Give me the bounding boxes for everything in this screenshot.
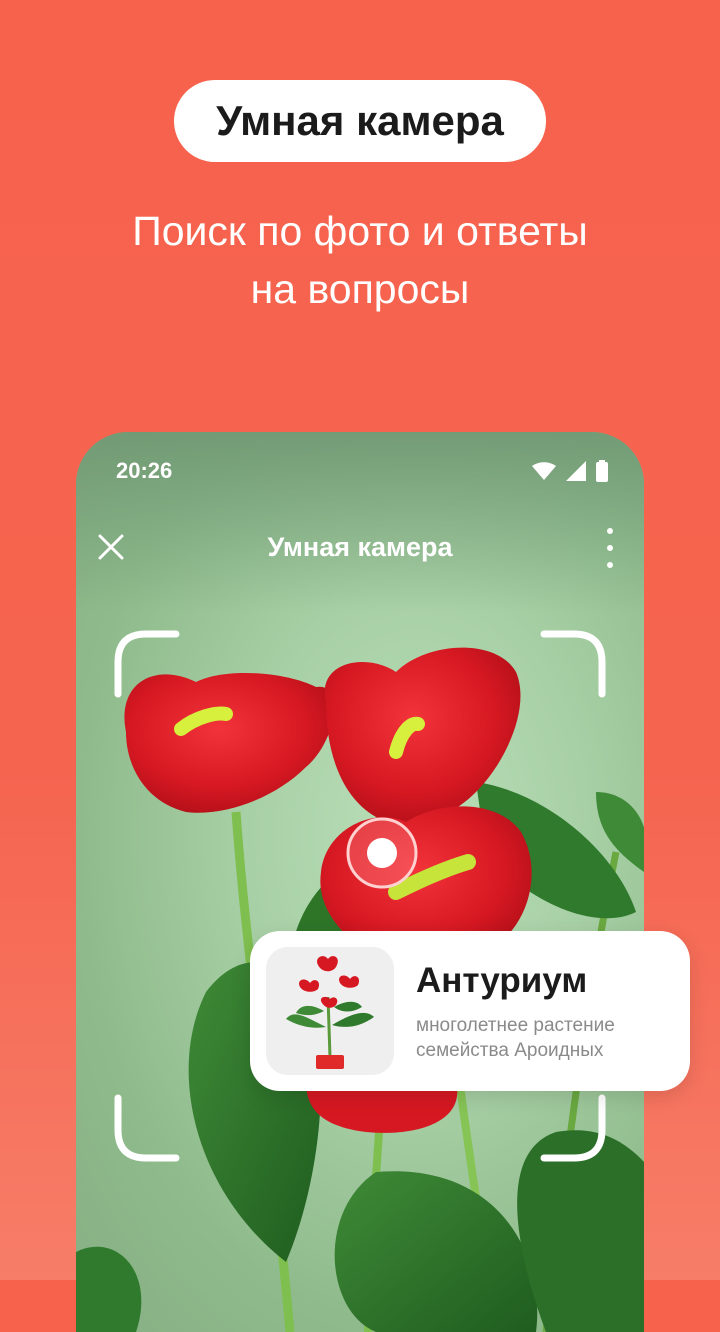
result-plant-name: Антуриум [416,961,588,1000]
promo-subtitle-line1: Поиск по фото и ответы [132,208,588,254]
promo-subtitle-line2: на вопросы [250,266,470,312]
phone-mockup: 20:26 Умная камера [76,432,644,1332]
status-time: 20:26 [116,458,173,483]
result-description: многолетнее растение семейства Ароидных [416,1013,676,1063]
promo-title: Умная камера [216,97,504,144]
signal-icon [566,461,586,486]
promo-title-pill: Умная камера [174,80,546,162]
status-icons [532,460,608,487]
status-bar: 20:26 [76,432,644,512]
promo-subtitle: Поиск по фото и ответы на вопросы [60,202,660,318]
recognition-result-card[interactable]: Антуриум многолетнее растение семейства … [250,931,690,1091]
header-title: Умная камера [267,532,453,562]
result-description-line2: семейства Ароидных [416,1040,604,1061]
battery-icon [596,460,608,487]
wifi-icon [532,462,556,485]
result-thumbnail [266,947,394,1075]
result-description-line1: многолетнее растение [416,1015,615,1036]
app-header: Умная камера [76,516,644,582]
plant-thumbnail-icon [266,947,394,1075]
focus-dot [367,838,397,868]
more-menu-button[interactable] [598,528,622,568]
more-vertical-icon [607,528,613,534]
